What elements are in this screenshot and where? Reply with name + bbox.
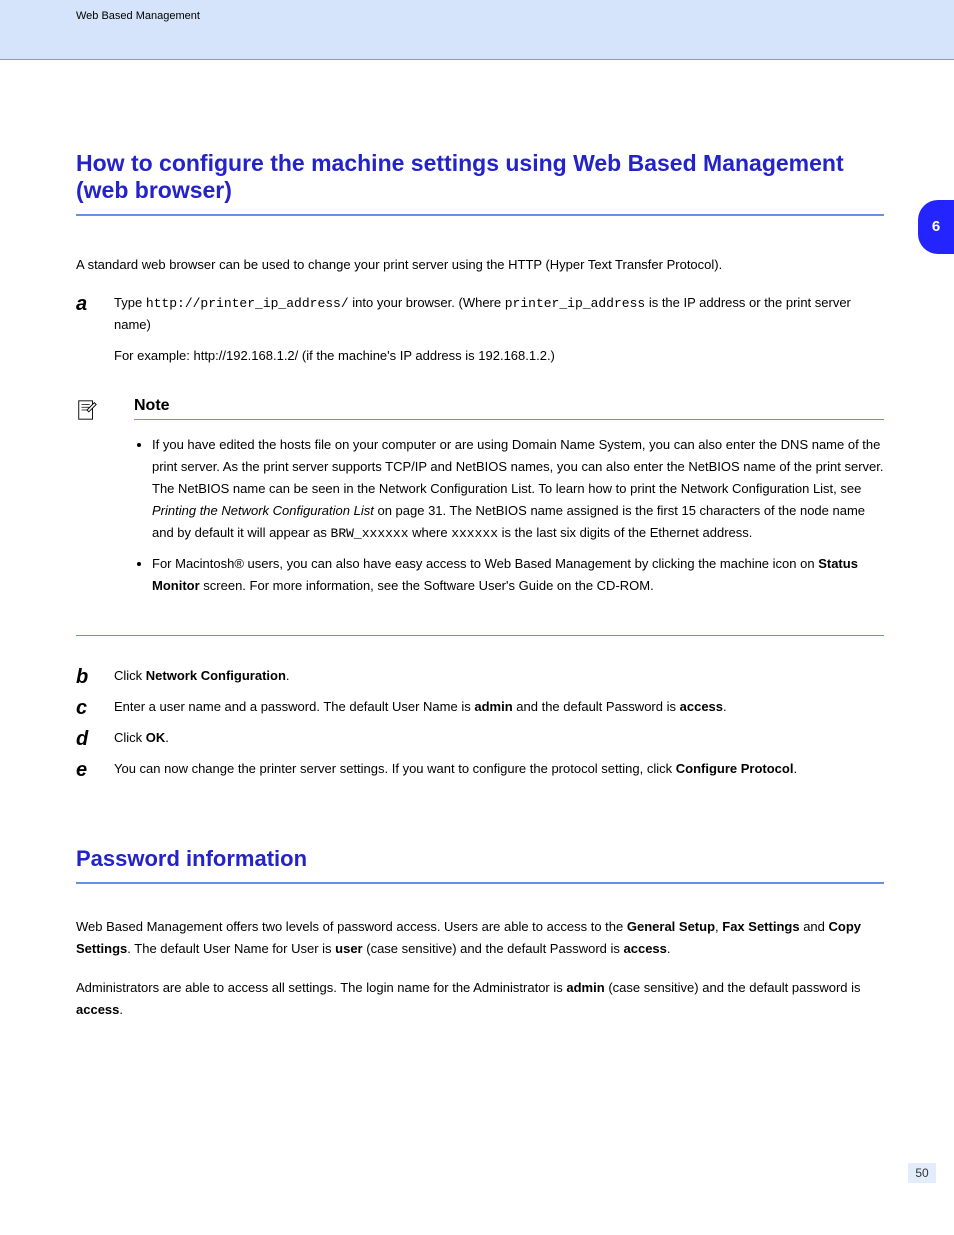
step-body: Click OK. (114, 728, 884, 751)
steps-after-note: b Click Network Configuration. c Enter a… (76, 666, 884, 782)
text: where (412, 525, 447, 540)
text: into your browser. (Where (352, 295, 501, 310)
step-number: b (76, 666, 114, 689)
bold-text: OK (146, 730, 166, 745)
text: Click (114, 730, 142, 745)
note-item-1: If you have edited the hosts file on you… (152, 434, 884, 545)
bold-text: Configure Protocol (676, 761, 794, 776)
note-item-2: For Macintosh® users, you can also have … (152, 553, 884, 597)
step-number: d (76, 728, 114, 751)
note-title: Note (134, 397, 884, 419)
page-content: How to configure the machine settings us… (0, 60, 954, 1020)
example-line: For example: http://192.168.1.2/ (if the… (114, 346, 884, 367)
text: (case sensitive) and the default Passwor… (366, 941, 620, 956)
chapter-tab: 6 (918, 200, 954, 254)
text: . (165, 730, 169, 745)
step-1: a Type http://printer_ip_address/ into y… (76, 293, 884, 366)
text: is the last six digits of the Ethernet a… (502, 525, 753, 540)
note-body: Note If you have edited the hosts file o… (134, 397, 884, 606)
heading-rule (76, 882, 884, 884)
code: xxxxxx (451, 526, 498, 541)
text: Click (114, 668, 142, 683)
text: and the default Password is (516, 699, 676, 714)
step-body: You can now change the printer server se… (114, 759, 884, 782)
bold-text: access (624, 941, 667, 956)
bold-text: General Setup (627, 919, 715, 934)
note-icon (76, 399, 98, 421)
text: Web Based Management offers two levels o… (76, 919, 623, 934)
text: (case sensitive) and the default passwor… (608, 980, 860, 995)
code: BRW_xxxxxx (331, 526, 409, 541)
placeholder-code: printer_ip_address (505, 296, 645, 311)
password-paragraph-1: Web Based Management offers two levels o… (76, 916, 884, 959)
bold-text: access (680, 699, 723, 714)
section-heading-password: Password information (76, 846, 884, 872)
text: If you have edited the hosts file on you… (152, 437, 884, 496)
note-block: Note If you have edited the hosts file o… (76, 397, 884, 606)
step-number: e (76, 759, 114, 782)
breadcrumb: Web Based Management (76, 10, 200, 22)
step-5: e You can now change the printer server … (76, 759, 884, 782)
bold-text: Fax Settings (722, 919, 799, 934)
link-text[interactable]: Printing the Network Configuration List (152, 503, 374, 518)
page-header: Web Based Management (0, 0, 954, 60)
text: . (286, 668, 290, 683)
step-3: c Enter a user name and a password. The … (76, 697, 884, 720)
text: You can now change the printer server se… (114, 761, 672, 776)
text: . (793, 761, 797, 776)
text: Type (114, 295, 142, 310)
bold-text: access (76, 1002, 119, 1017)
bold-text: admin (474, 699, 512, 714)
note-list: If you have edited the hosts file on you… (152, 434, 884, 598)
text: screen. For more information, see the So… (203, 578, 653, 593)
step-number: c (76, 697, 114, 720)
text: For Macintosh® users, you can also have … (152, 556, 815, 571)
step-body: Enter a user name and a password. The de… (114, 697, 884, 720)
step-4: d Click OK. (76, 728, 884, 751)
bold-text: Network Configuration (146, 668, 286, 683)
text: . (119, 1002, 123, 1017)
step-number: a (76, 293, 114, 366)
url-code: http://printer_ip_address/ (146, 296, 349, 311)
section-heading-configure: How to configure the machine settings us… (76, 150, 884, 204)
text: . (723, 699, 727, 714)
note-icon-column (76, 397, 134, 606)
text: Enter a user name and a password. The de… (114, 699, 471, 714)
bold-text: user (335, 941, 362, 956)
heading-rule (76, 214, 884, 216)
step-body: Type http://printer_ip_address/ into you… (114, 293, 884, 366)
text: . (667, 941, 671, 956)
note-rule-bottom (76, 635, 884, 636)
note-rule-top (134, 419, 884, 420)
step-body: Click Network Configuration. (114, 666, 884, 689)
step-2: b Click Network Configuration. (76, 666, 884, 689)
text: , (715, 919, 719, 934)
text: . The default User Name for User is (127, 941, 331, 956)
password-paragraph-2: Administrators are able to access all se… (76, 977, 884, 1020)
intro-paragraph: A standard web browser can be used to ch… (76, 254, 884, 275)
text: Administrators are able to access all se… (76, 980, 563, 995)
page-number: 50 (908, 1163, 936, 1183)
bold-text: admin (566, 980, 604, 995)
text: and (803, 919, 825, 934)
